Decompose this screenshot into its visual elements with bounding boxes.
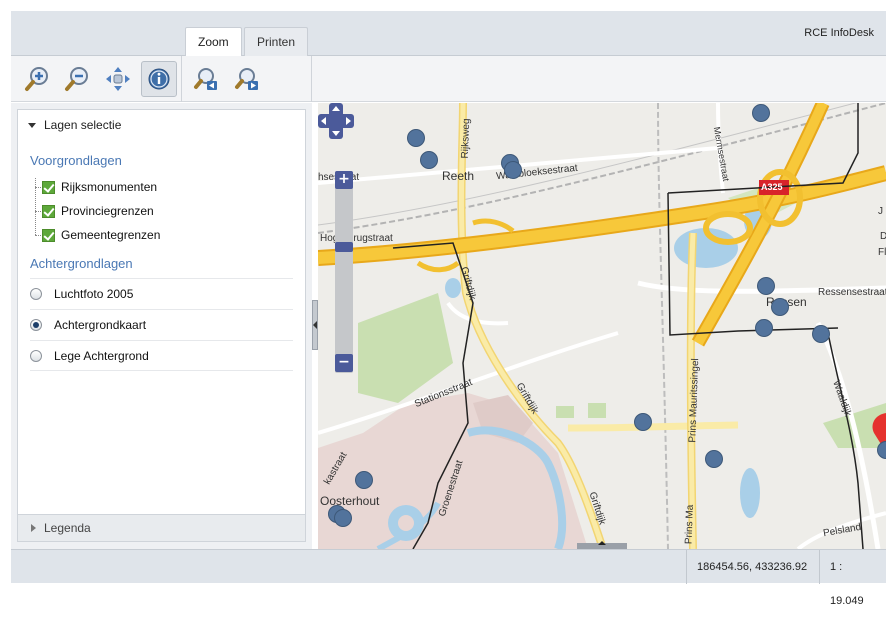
checkbox-checked[interactable]	[42, 205, 55, 218]
background-layers-title: Achtergrondlagen	[30, 256, 133, 271]
place-label: Oosterhout	[320, 494, 379, 508]
toolbar-separator	[311, 56, 312, 102]
monument-marker[interactable]	[634, 413, 652, 431]
background-luchtfoto[interactable]: Luchtfoto 2005	[30, 278, 293, 309]
monument-marker[interactable]	[355, 471, 373, 489]
zoom-slider-thumb[interactable]	[335, 242, 353, 252]
tab-zoom[interactable]: Zoom	[185, 27, 242, 57]
map-zoom-out-button[interactable]: −	[335, 354, 353, 372]
layers-panel-body: Lagen selectie Voorgrondlagen Rijksmonum…	[17, 109, 306, 517]
layer-label: Rijksmonumenten	[61, 180, 157, 194]
park-area	[358, 293, 453, 403]
zoom-in-button[interactable]	[19, 61, 55, 97]
street-label: D	[880, 231, 886, 242]
legend-label: Legenda	[44, 521, 91, 535]
monument-marker[interactable]	[752, 104, 770, 122]
layer-rijksmonumenten[interactable]: Rijksmonumenten	[42, 178, 157, 196]
layer-label: Provinciegrenzen	[61, 204, 154, 218]
radio-button[interactable]	[30, 350, 42, 362]
monument-marker[interactable]	[705, 450, 723, 468]
scale-readout: 1 : 19.049	[819, 550, 886, 584]
pan-button[interactable]	[100, 61, 136, 97]
chevron-left-icon	[313, 321, 317, 329]
caret-down-icon	[28, 123, 36, 128]
background-label: Lege Achtergrond	[54, 349, 149, 363]
radio-button[interactable]	[30, 288, 42, 300]
foreground-layers-title: Voorgrondlagen	[30, 153, 122, 168]
map-background	[318, 103, 886, 549]
monument-marker[interactable]	[504, 161, 522, 179]
checkbox-checked[interactable]	[42, 181, 55, 194]
ramp	[418, 263, 458, 270]
app-header: Zoom Printen RCE InfoDesk	[11, 11, 886, 56]
place-label: Reeth	[442, 169, 474, 183]
layer-provinciegrenzen[interactable]: Provinciegrenzen	[42, 202, 154, 220]
monument-marker[interactable]	[771, 298, 789, 316]
radio-button-selected[interactable]	[30, 319, 42, 331]
monument-marker[interactable]	[420, 151, 438, 169]
park-area	[556, 406, 574, 418]
layer-gemeentegrenzen[interactable]: Gemeentegrenzen	[42, 226, 160, 244]
map-zoom-in-button[interactable]: +	[335, 171, 353, 189]
tab-printen[interactable]: Printen	[244, 27, 308, 57]
zoom-previous-button[interactable]	[188, 61, 224, 97]
street-label: Ressensestraat	[818, 287, 886, 298]
ramp	[473, 221, 513, 231]
zoom-out-icon	[64, 66, 90, 92]
water-body	[740, 468, 760, 518]
coordinates-readout: 186454.56, 433236.92	[686, 550, 817, 584]
info-button[interactable]	[141, 61, 177, 97]
layers-panel-header[interactable]: Lagen selectie	[18, 110, 305, 140]
street-label: Rijksweg	[460, 118, 472, 158]
street-label: J	[878, 206, 883, 217]
map-toolbar	[11, 56, 886, 102]
map-viewport[interactable]: Reeth Ressen Oosterhout Rijksweg Griftdi…	[318, 103, 886, 549]
layers-panel-title: Lagen selectie	[44, 118, 121, 132]
zoom-out-button[interactable]	[59, 61, 95, 97]
caret-right-icon	[31, 524, 36, 532]
layers-panel: Lagen selectie Voorgrondlagen Rijksmonum…	[11, 103, 312, 549]
zoom-slider-track[interactable]	[335, 171, 353, 373]
checkbox-checked[interactable]	[42, 229, 55, 242]
water-body	[445, 278, 461, 298]
background-lege[interactable]: Lege Achtergrond	[30, 340, 293, 371]
info-icon	[147, 67, 171, 91]
monument-marker[interactable]	[407, 129, 425, 147]
zoom-previous-icon	[193, 66, 219, 92]
app-title: RCE InfoDesk	[804, 27, 874, 39]
street-label: Hoge Brugstraat	[320, 233, 393, 244]
zoom-next-button[interactable]	[229, 61, 265, 97]
pan-control[interactable]	[318, 103, 354, 139]
toolbar-separator	[181, 56, 182, 102]
background-label: Achtergrondkaart	[54, 318, 146, 332]
park-area	[588, 403, 606, 418]
railway	[658, 103, 668, 549]
water-body	[398, 515, 414, 531]
background-achtergrondkaart[interactable]: Achtergrondkaart	[30, 309, 293, 340]
street-label: Fl	[878, 247, 886, 258]
background-label: Luchtfoto 2005	[54, 287, 133, 301]
road-shield-label: A325	[761, 182, 783, 192]
layer-label: Gemeentegrenzen	[61, 228, 160, 242]
zoom-in-icon	[24, 66, 50, 92]
status-bar: 186454.56, 433236.92 1 : 19.049	[11, 549, 886, 583]
secondary-road	[568, 425, 738, 428]
zoom-next-icon	[234, 66, 260, 92]
pan-icon	[105, 66, 131, 92]
street-label: Prins Ma	[684, 505, 696, 545]
monument-marker[interactable]	[812, 325, 830, 343]
monument-marker[interactable]	[334, 509, 352, 527]
legend-toggle[interactable]: Legenda	[17, 514, 306, 542]
monument-marker[interactable]	[755, 319, 773, 337]
monument-marker[interactable]	[757, 277, 775, 295]
